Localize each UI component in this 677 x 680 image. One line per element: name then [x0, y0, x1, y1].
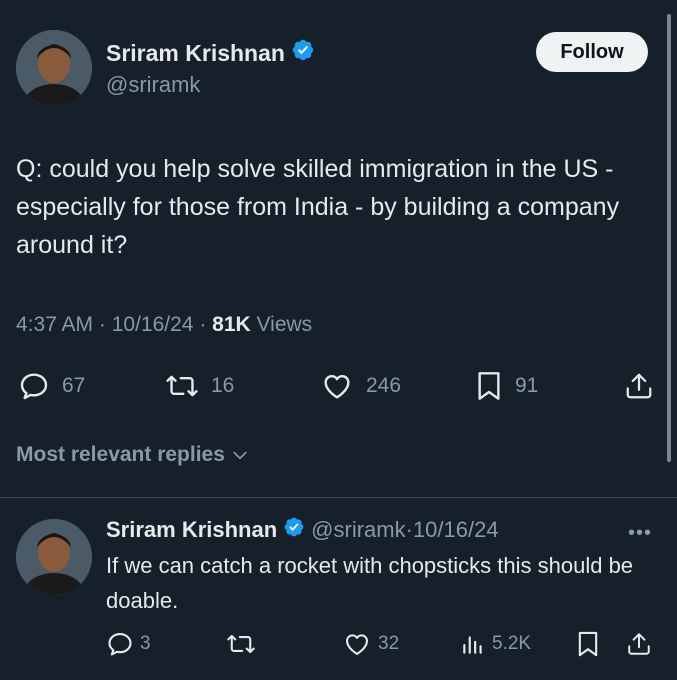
- meta-separator: ·: [405, 517, 413, 542]
- tweet-date[interactable]: 10/16/24: [112, 313, 194, 336]
- reply-bookmark-button[interactable]: [576, 630, 600, 658]
- share-icon: [628, 633, 650, 655]
- share-icon: [626, 373, 652, 399]
- reply-repost-button[interactable]: [226, 630, 256, 658]
- reply-author-avatar[interactable]: [16, 519, 92, 595]
- share-button[interactable]: [624, 370, 654, 402]
- views-count: 81K: [212, 313, 251, 336]
- divider: [0, 497, 677, 498]
- like-icon: [324, 374, 350, 399]
- repost-icon: [227, 634, 255, 654]
- author-name[interactable]: Sriram Krishnan: [106, 40, 285, 67]
- bookmark-icon: [478, 372, 500, 400]
- repost-icon: [166, 375, 198, 397]
- bookmark-count: 91: [515, 374, 539, 397]
- tweet-text: Q: could you help solve skilled immigrat…: [16, 155, 620, 259]
- bookmark-button[interactable]: 91: [475, 370, 538, 402]
- repost-count: 16: [211, 374, 235, 397]
- author-name-row[interactable]: Sriram Krishnan: [106, 38, 315, 68]
- tweet-meta: 4:37 AM · 10/16/24 · 81K Views: [16, 313, 312, 337]
- follow-button[interactable]: Follow: [536, 32, 648, 72]
- author-avatar[interactable]: [16, 30, 92, 106]
- reply-views-button[interactable]: 5.2K: [460, 630, 531, 658]
- replies-sort-label: Most relevant replies: [16, 443, 225, 466]
- verified-badge-icon: [283, 516, 305, 544]
- tweet-time[interactable]: 4:37 AM: [16, 313, 93, 336]
- reply-author-handle[interactable]: @sriramk: [311, 517, 405, 543]
- reply-like-count: 32: [378, 633, 400, 654]
- views-label: Views: [256, 313, 313, 336]
- verified-badge-icon: [291, 38, 315, 68]
- replies-sort-dropdown[interactable]: Most relevant replies: [16, 443, 251, 467]
- reply-text: If we can catch a rocket with chopsticks…: [106, 553, 634, 613]
- reply-author-name[interactable]: Sriram Krishnan: [106, 517, 277, 543]
- author-handle[interactable]: @sriramk: [106, 72, 200, 98]
- meta-separator: ·: [199, 313, 213, 336]
- reply-like-button[interactable]: 32: [342, 630, 399, 658]
- like-icon: [346, 634, 368, 655]
- bookmark-icon: [578, 631, 598, 657]
- reply-views-count: 5.2K: [492, 633, 532, 654]
- repost-button[interactable]: 16: [165, 370, 234, 402]
- like-count: 246: [366, 374, 402, 397]
- reply-reply-button[interactable]: 3: [106, 630, 151, 658]
- chevron-down-icon: [233, 451, 247, 460]
- reply-button[interactable]: 67: [18, 370, 85, 402]
- more-icon[interactable]: •••: [628, 522, 652, 545]
- reply-icon: [108, 633, 132, 656]
- reply-header: Sriram Krishnan @sriramk · 10/16/24: [106, 516, 499, 544]
- meta-separator: ·: [98, 313, 112, 336]
- like-button[interactable]: 246: [320, 370, 401, 402]
- reply-icon: [20, 373, 48, 400]
- reply-count: 67: [62, 374, 86, 397]
- scrollbar[interactable]: [667, 14, 671, 462]
- reply-share-button[interactable]: [626, 630, 652, 658]
- views-icon: [463, 636, 482, 654]
- reply-date[interactable]: 10/16/24: [413, 517, 499, 543]
- reply-reply-count: 3: [140, 633, 151, 654]
